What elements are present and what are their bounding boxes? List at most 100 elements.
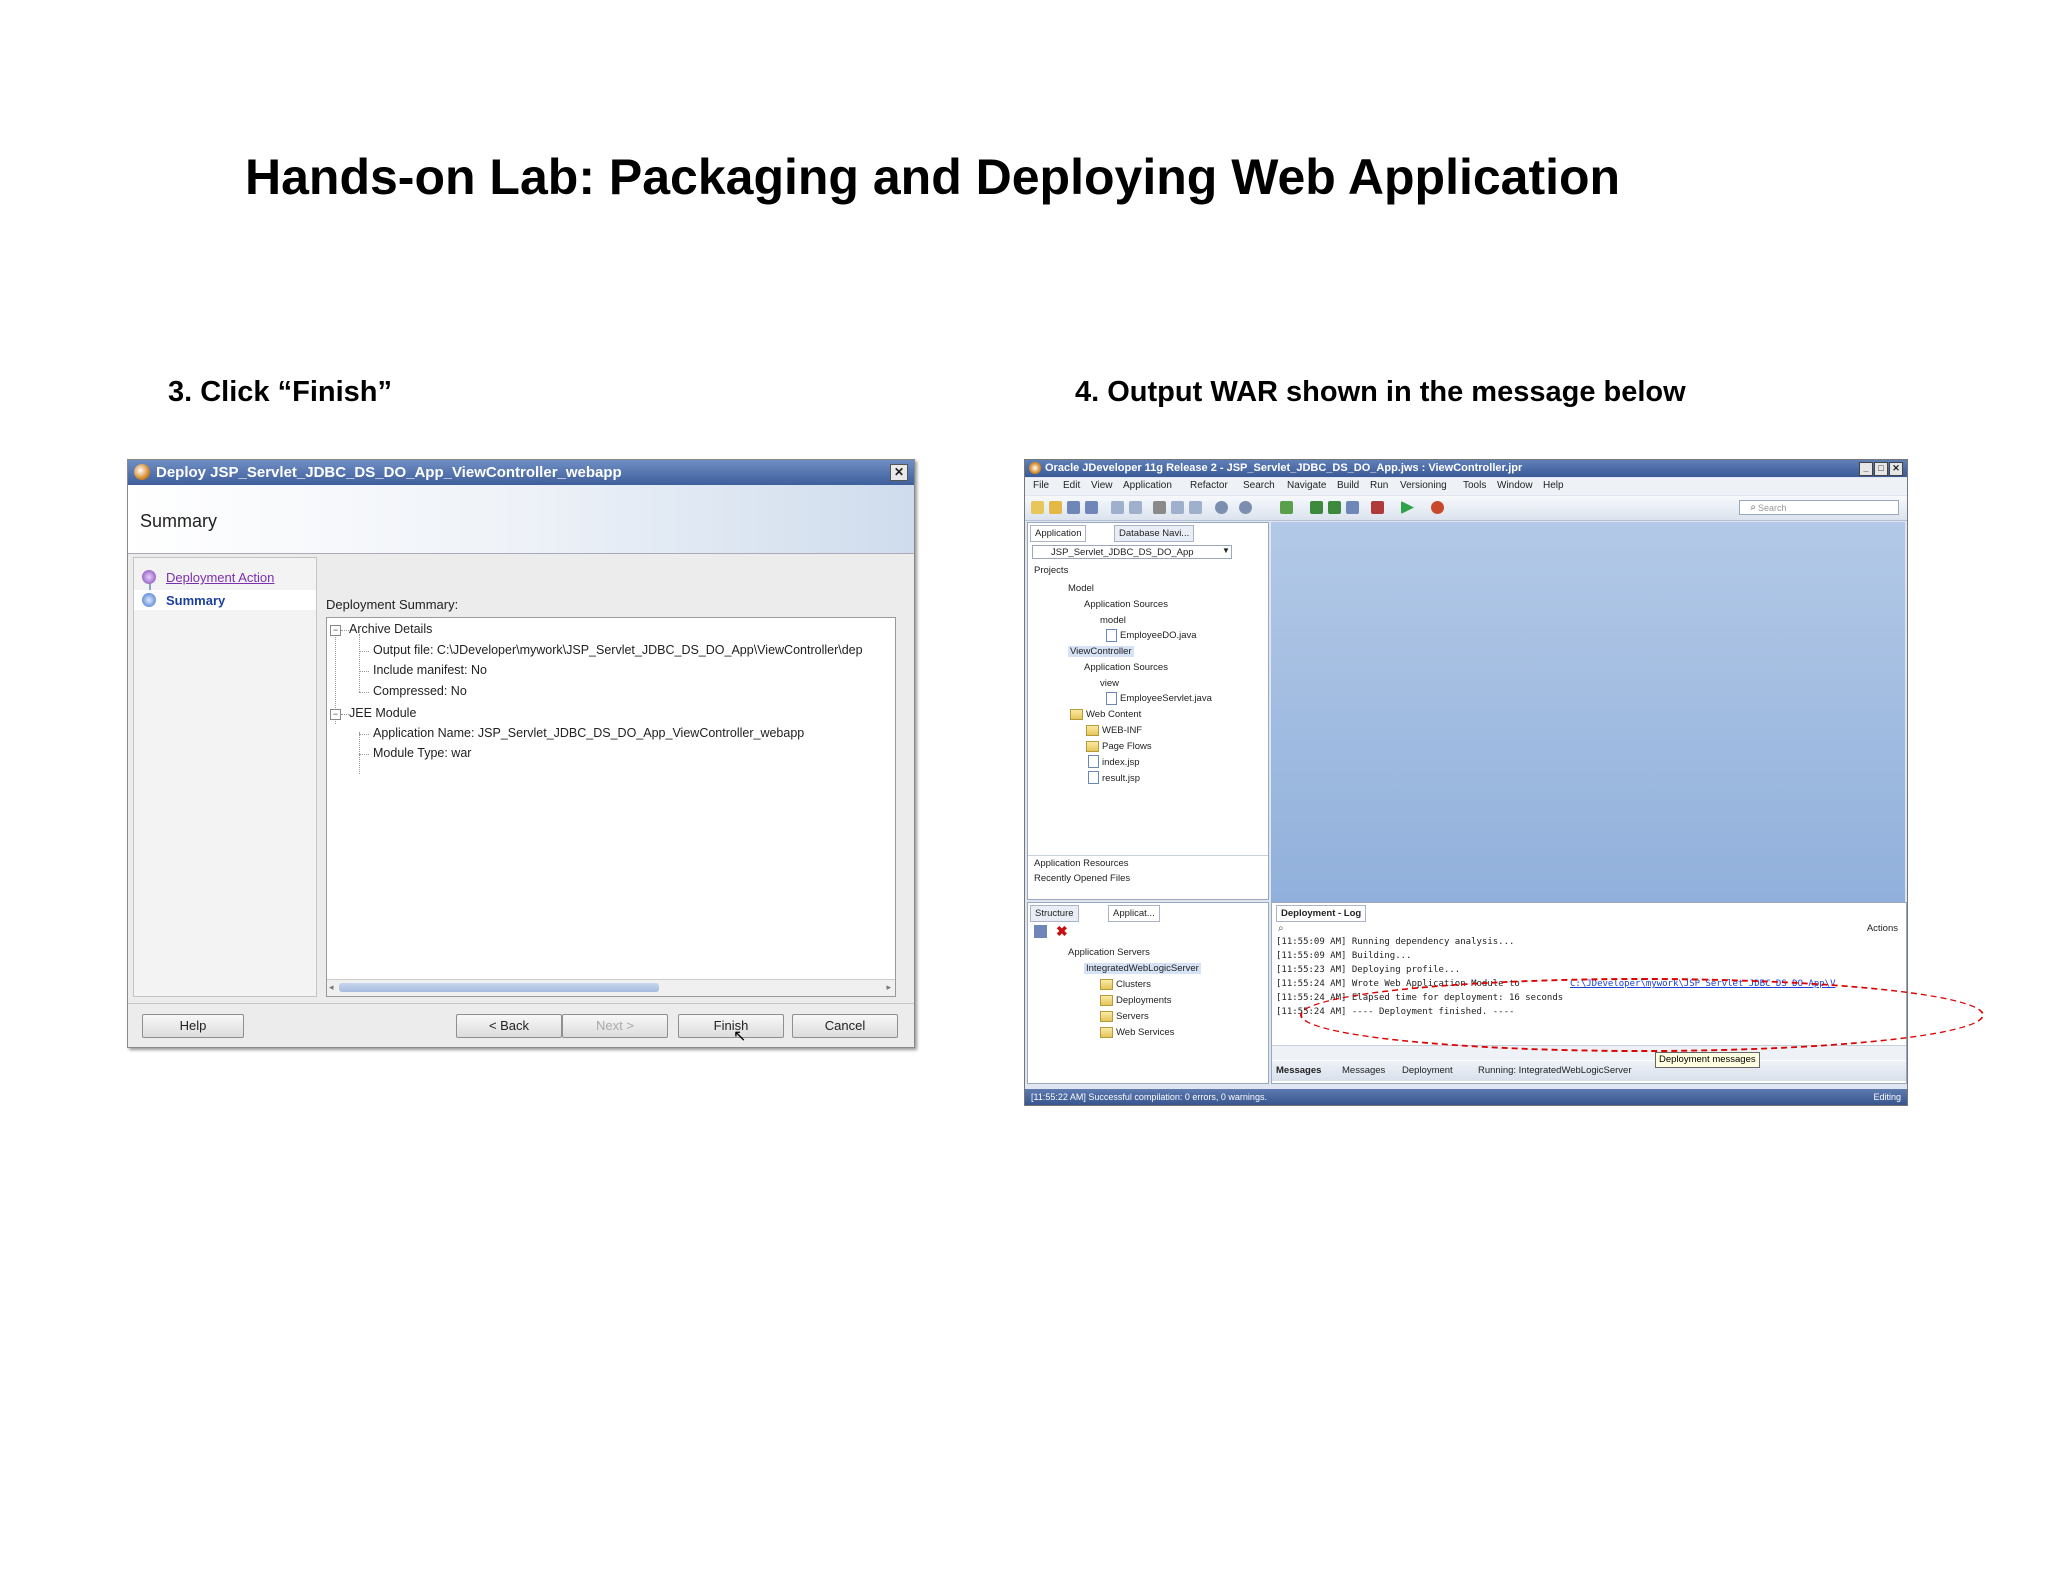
tree-clusters[interactable]: Clusters	[1116, 979, 1151, 990]
nav-deployment-action[interactable]: Deployment Action	[166, 570, 274, 585]
tree-result-jsp[interactable]: result.jsp	[1102, 773, 1140, 784]
forward-nav-icon[interactable]	[1239, 501, 1252, 514]
tree-line	[359, 651, 369, 652]
menu-versioning[interactable]: Versioning	[1400, 480, 1447, 491]
add-server-icon[interactable]	[1034, 925, 1047, 938]
tree-employee-do[interactable]: EmployeeDO.java	[1120, 630, 1197, 641]
deploy-dialog: Deploy JSP_Servlet_JDBC_DS_DO_App_ViewCo…	[127, 459, 915, 1048]
finish-button[interactable]: Finish	[678, 1014, 784, 1038]
profile-icon[interactable]	[1371, 501, 1384, 514]
tree-model[interactable]: Model	[1068, 583, 1094, 594]
tree-web-inf[interactable]: WEB-INF	[1102, 725, 1142, 736]
close-button[interactable]: ✕	[890, 464, 908, 481]
tree-viewcontroller[interactable]: ViewController	[1068, 646, 1134, 657]
menu-run[interactable]: Run	[1370, 480, 1388, 491]
ide-titlebar[interactable]: Oracle JDeveloper 11g Release 2 - JSP_Se…	[1025, 460, 1907, 477]
tree-integrated-wls[interactable]: IntegratedWebLogicServer	[1084, 963, 1201, 974]
help-button[interactable]: Help	[142, 1014, 244, 1038]
menu-edit[interactable]: Edit	[1063, 480, 1080, 491]
scroll-right-icon[interactable]: ▸	[886, 982, 891, 993]
chevron-down-icon[interactable]: ▼	[1222, 546, 1230, 555]
tab-messages-active[interactable]: Messages	[1276, 1065, 1321, 1076]
minimize-button[interactable]: _	[1859, 462, 1873, 476]
folder-icon	[1100, 1027, 1113, 1038]
maximize-button[interactable]: □	[1874, 462, 1888, 476]
tab-deployment-log[interactable]: Deployment - Log	[1276, 905, 1367, 922]
actions-menu[interactable]: Actions	[1867, 923, 1898, 934]
jdeveloper-icon	[134, 464, 150, 480]
folder-icon	[1100, 979, 1113, 990]
close-button[interactable]: ✕	[1889, 462, 1903, 476]
dialog-header: Summary	[128, 485, 914, 554]
menu-build[interactable]: Build	[1337, 480, 1359, 491]
tab-running-server[interactable]: Running: IntegratedWebLogicServer	[1478, 1065, 1632, 1076]
slide-title: Hands-on Lab: Packaging and Deploying We…	[245, 149, 1621, 205]
scroll-left-icon[interactable]: ◂	[329, 982, 334, 993]
tree-index-jsp[interactable]: index.jsp	[1102, 757, 1140, 768]
nav-summary[interactable]: Summary	[166, 593, 225, 608]
back-nav-icon[interactable]	[1215, 501, 1228, 514]
cancel-button[interactable]: Cancel	[792, 1014, 898, 1038]
scrollbar-thumb[interactable]	[339, 983, 659, 992]
clean-icon[interactable]	[1346, 501, 1359, 514]
paste-icon[interactable]	[1189, 501, 1202, 514]
menu-application[interactable]: Application	[1123, 480, 1172, 491]
cut-icon[interactable]	[1153, 501, 1166, 514]
menu-file[interactable]: File	[1033, 480, 1049, 491]
undo-icon[interactable]	[1111, 501, 1124, 514]
menu-window[interactable]: Window	[1497, 480, 1533, 491]
tab-application-servers[interactable]: Applicat...	[1108, 905, 1160, 922]
horizontal-scrollbar[interactable]: ◂ ▸	[327, 979, 895, 996]
status-mode: Editing	[1873, 1092, 1901, 1102]
new-icon[interactable]	[1031, 501, 1044, 514]
dialog-titlebar[interactable]: Deploy JSP_Servlet_JDBC_DS_DO_App_ViewCo…	[128, 460, 914, 485]
debug-icon[interactable]	[1431, 501, 1444, 514]
war-output-link[interactable]: C:\JDeveloper\mywork\JSP_Servlet_JDBC_DS…	[1570, 979, 1836, 989]
back-button[interactable]: < Back	[456, 1014, 562, 1038]
search-icon[interactable]: ⌕	[1278, 923, 1284, 934]
tree-vc-package[interactable]: view	[1100, 678, 1119, 689]
tab-messages[interactable]: Messages	[1342, 1065, 1385, 1076]
application-selector[interactable]: JSP_Servlet_JDBC_DS_DO_App	[1032, 545, 1232, 559]
deploy-icon[interactable]	[1280, 501, 1293, 514]
open-icon[interactable]	[1049, 501, 1062, 514]
rebuild-icon[interactable]	[1328, 501, 1341, 514]
tree-web-content[interactable]: Web Content	[1086, 709, 1141, 720]
application-resources[interactable]: Application Resources	[1034, 858, 1129, 869]
recently-opened-files[interactable]: Recently Opened Files	[1034, 873, 1130, 884]
deployment-log-pane: Deployment - Log ⌕ Actions [11:55:09 AM]…	[1271, 902, 1907, 1084]
tree-application-servers[interactable]: Application Servers	[1068, 947, 1150, 958]
menu-search[interactable]: Search	[1243, 480, 1275, 491]
tree-page-flows[interactable]: Page Flows	[1102, 741, 1152, 752]
log-hscrollbar[interactable]	[1272, 1045, 1906, 1060]
search-input[interactable]: Search	[1739, 500, 1899, 515]
run-icon[interactable]	[1401, 501, 1414, 514]
make-icon[interactable]	[1310, 501, 1323, 514]
summary-tree[interactable]: − Archive Details Output file: C:\JDevel…	[326, 617, 896, 997]
tree-employee-servlet[interactable]: EmployeeServlet.java	[1120, 693, 1212, 704]
tree-web-services[interactable]: Web Services	[1116, 1027, 1174, 1038]
tab-structure[interactable]: Structure	[1030, 905, 1079, 922]
menu-refactor[interactable]: Refactor	[1190, 480, 1228, 491]
log-line: [11:55:09 AM] Building...	[1276, 951, 1412, 961]
tree-model-package[interactable]: model	[1100, 615, 1126, 626]
menu-tools[interactable]: Tools	[1463, 480, 1486, 491]
tree-servers[interactable]: Servers	[1116, 1011, 1149, 1022]
next-button[interactable]: Next >	[562, 1014, 668, 1038]
menu-navigate[interactable]: Navigate	[1287, 480, 1326, 491]
save-icon[interactable]	[1067, 501, 1080, 514]
tab-deployment[interactable]: Deployment	[1402, 1065, 1453, 1076]
tab-application[interactable]: Application	[1030, 525, 1087, 542]
menu-help[interactable]: Help	[1543, 480, 1564, 491]
redo-icon[interactable]	[1129, 501, 1142, 514]
tab-database-navigator[interactable]: Database Navi...	[1114, 525, 1195, 542]
tree-deployments[interactable]: Deployments	[1116, 995, 1171, 1006]
menu-view[interactable]: View	[1091, 480, 1113, 491]
tree-vc-sources[interactable]: Application Sources	[1084, 662, 1168, 673]
copy-icon[interactable]	[1171, 501, 1184, 514]
tree-model-sources[interactable]: Application Sources	[1084, 599, 1168, 610]
collapse-toggle[interactable]: −	[330, 709, 341, 720]
save-all-icon[interactable]	[1085, 501, 1098, 514]
delete-icon[interactable]: ✖	[1056, 923, 1068, 940]
collapse-toggle[interactable]: −	[330, 625, 341, 636]
